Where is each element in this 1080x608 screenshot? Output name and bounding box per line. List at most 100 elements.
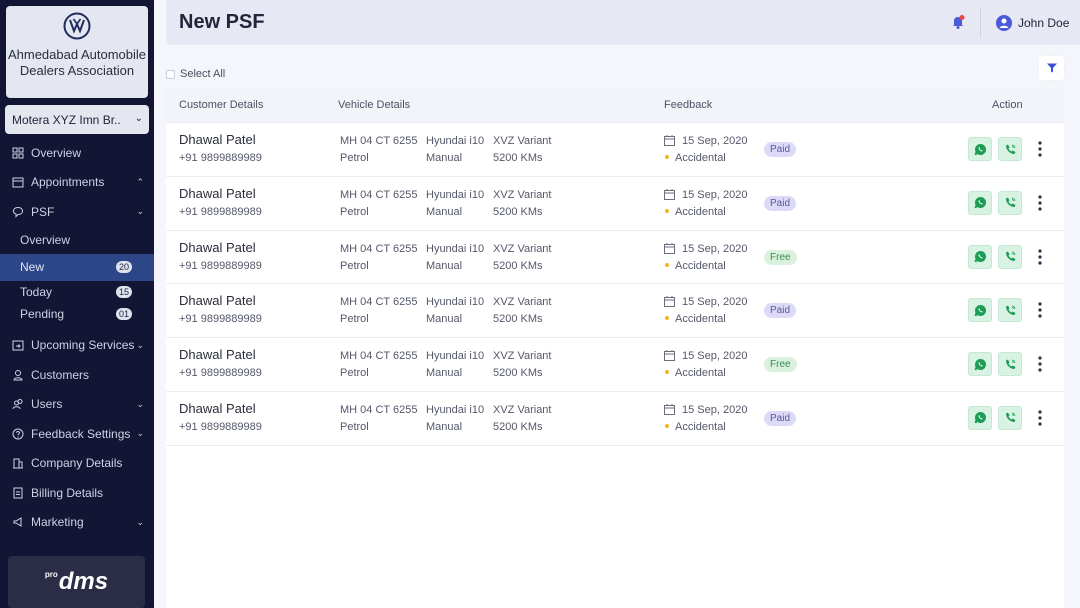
whatsapp-button[interactable] bbox=[968, 244, 992, 269]
sidebar-item-label: Customers bbox=[31, 367, 90, 382]
whatsapp-button[interactable] bbox=[968, 137, 992, 161]
sidebar-item-psf[interactable]: PSF ⌄ bbox=[0, 197, 154, 227]
table-row[interactable]: Dhawal Patel +91 9899889989 MH 04 CT 625… bbox=[166, 231, 1064, 285]
sidebar-item-label: Marketing bbox=[31, 515, 84, 530]
sidebar-item-customers[interactable]: Customers bbox=[0, 360, 154, 390]
vehicle-kms: 5200 KMs bbox=[493, 367, 543, 380]
sidebar-subitem-label: Today bbox=[20, 284, 53, 299]
phone-call-icon bbox=[1005, 251, 1015, 262]
more-options-icon[interactable] bbox=[1036, 140, 1044, 161]
vehicle-kms: 5200 KMs bbox=[493, 313, 543, 326]
select-all-checkbox[interactable] bbox=[166, 69, 175, 79]
call-button[interactable] bbox=[998, 405, 1022, 430]
customer-phone: +91 9899889989 bbox=[179, 259, 262, 272]
table-row[interactable]: Dhawal Patel +91 9899889989 MH 04 CT 625… bbox=[166, 392, 1064, 446]
more-options-icon[interactable] bbox=[1036, 194, 1044, 215]
building-icon bbox=[12, 457, 24, 469]
more-options-icon[interactable] bbox=[1036, 301, 1044, 322]
sidebar-subitem-psf-overview[interactable]: Overview bbox=[0, 227, 154, 254]
feedback-date: 15 Sep, 2020 bbox=[682, 188, 748, 201]
sidebar-subitem-psf-new[interactable]: New 20 bbox=[0, 253, 154, 281]
vehicle-kms: 5200 KMs bbox=[493, 259, 543, 272]
vehicle-variant: XVZ Variant bbox=[493, 296, 552, 309]
brand-card: Ahmedabad Automobile Dealers Association bbox=[6, 6, 148, 98]
table-body: Dhawal Patel +91 9899889989 MH 04 CT 625… bbox=[166, 123, 1064, 446]
chevron-up-icon: ⌃ bbox=[136, 176, 144, 187]
payment-status-badge: Free bbox=[764, 357, 797, 373]
sidebar-item-feedback-settings[interactable]: Feedback Settings ⌄ bbox=[0, 419, 154, 449]
vehicle-variant: XVZ Variant bbox=[493, 242, 552, 255]
feedback-date: 15 Sep, 2020 bbox=[682, 242, 748, 255]
table-row[interactable]: Dhawal Patel +91 9899889989 MH 04 CT 625… bbox=[166, 123, 1064, 177]
vehicle-reg-no: MH 04 CT 6255 bbox=[340, 242, 418, 255]
call-button[interactable] bbox=[998, 352, 1022, 377]
user-menu[interactable]: John Doe bbox=[996, 15, 1069, 31]
status-dot bbox=[665, 208, 669, 213]
help-circle-icon bbox=[12, 428, 24, 440]
feedback-type: Accidental bbox=[675, 259, 726, 272]
vehicle-variant: XVZ Variant bbox=[493, 350, 552, 363]
chevron-down-icon: ⌄ bbox=[136, 398, 144, 409]
table-row[interactable]: Dhawal Patel +91 9899889989 MH 04 CT 625… bbox=[166, 284, 1064, 339]
vehicle-transmission: Manual bbox=[426, 152, 463, 164]
column-header-action: Action bbox=[992, 99, 1023, 111]
vehicle-reg-no: MH 04 CT 6255 bbox=[340, 403, 418, 416]
vehicle-model: Hyundai i10 bbox=[426, 242, 485, 255]
status-dot bbox=[665, 262, 669, 267]
page-title: New PSF bbox=[179, 11, 265, 33]
select-all-label: Select All bbox=[180, 68, 226, 80]
call-button[interactable] bbox=[998, 298, 1022, 323]
whatsapp-button[interactable] bbox=[968, 298, 992, 323]
sidebar-item-overview[interactable]: Overview bbox=[0, 138, 154, 168]
phone-call-icon bbox=[1005, 359, 1015, 369]
customer-phone: +91 9899889989 bbox=[179, 152, 262, 164]
chevron-down-icon: ⌄ bbox=[134, 113, 143, 124]
sidebar-subitem-psf-today[interactable]: Today 15 bbox=[0, 281, 154, 303]
vehicle-model: Hyundai i10 bbox=[426, 350, 485, 363]
status-dot bbox=[665, 155, 669, 159]
customer-name: Dhawal Patel bbox=[179, 239, 256, 255]
megaphone-icon bbox=[12, 516, 24, 528]
vehicle-kms: 5200 KMs bbox=[493, 205, 543, 218]
call-button[interactable] bbox=[998, 244, 1022, 269]
sidebar-item-marketing[interactable]: Marketing ⌄ bbox=[0, 508, 154, 538]
vehicle-transmission: Manual bbox=[426, 205, 463, 218]
more-options-icon[interactable] bbox=[1036, 355, 1044, 376]
call-button[interactable] bbox=[998, 190, 1022, 215]
whatsapp-button[interactable] bbox=[968, 352, 992, 377]
branch-selector[interactable]: Motera XYZ Imn Br.. ⌄ bbox=[5, 105, 149, 134]
sidebar-subitem-psf-pending[interactable]: Pending 01 bbox=[0, 303, 154, 325]
table-row[interactable]: Dhawal Patel +91 9899889989 MH 04 CT 625… bbox=[166, 338, 1064, 392]
sidebar-subitem-label: Overview bbox=[20, 233, 71, 247]
whatsapp-button[interactable] bbox=[968, 405, 992, 430]
calendar-icon bbox=[664, 403, 675, 418]
select-all[interactable]: Select All bbox=[166, 68, 225, 80]
whatsapp-button[interactable] bbox=[968, 190, 992, 215]
sidebar-item-appointments[interactable]: Appointments ⌃ bbox=[0, 168, 154, 198]
sidebar-item-company-details[interactable]: Company Details bbox=[0, 449, 154, 479]
sidebar-item-billing-details[interactable]: Billing Details bbox=[0, 478, 154, 508]
customer-phone: +91 9899889989 bbox=[179, 205, 262, 218]
vehicle-transmission: Manual bbox=[426, 313, 463, 326]
customer-phone: +91 9899889989 bbox=[179, 313, 262, 326]
call-button[interactable] bbox=[998, 137, 1022, 161]
status-dot bbox=[665, 423, 669, 428]
sidebar-subitem-label: Pending bbox=[20, 306, 65, 321]
vehicle-kms: 5200 KMs bbox=[493, 152, 543, 164]
vehicle-variant: XVZ Variant bbox=[493, 403, 552, 416]
user-name: John Doe bbox=[1018, 16, 1070, 30]
user-avatar-icon bbox=[996, 15, 1012, 31]
sidebar-item-upcoming-services[interactable]: Upcoming Services ⌄ bbox=[0, 331, 154, 361]
more-options-icon[interactable] bbox=[1036, 248, 1044, 269]
notification-bell-icon[interactable] bbox=[950, 14, 966, 35]
whatsapp-icon bbox=[974, 304, 986, 317]
sidebar: Ahmedabad Automobile Dealers Association… bbox=[0, 0, 154, 608]
sidebar-item-label: Overview bbox=[31, 145, 82, 160]
column-header-customer: Customer Details bbox=[179, 99, 264, 111]
more-options-icon[interactable] bbox=[1036, 409, 1044, 430]
calendar-icon bbox=[664, 350, 675, 364]
filter-button[interactable] bbox=[1039, 56, 1064, 80]
sidebar-item-users[interactable]: Users ⌄ bbox=[0, 390, 154, 420]
table-row[interactable]: Dhawal Patel +91 9899889989 MH 04 CT 625… bbox=[166, 177, 1064, 231]
sidebar-item-label: PSF bbox=[31, 204, 55, 219]
